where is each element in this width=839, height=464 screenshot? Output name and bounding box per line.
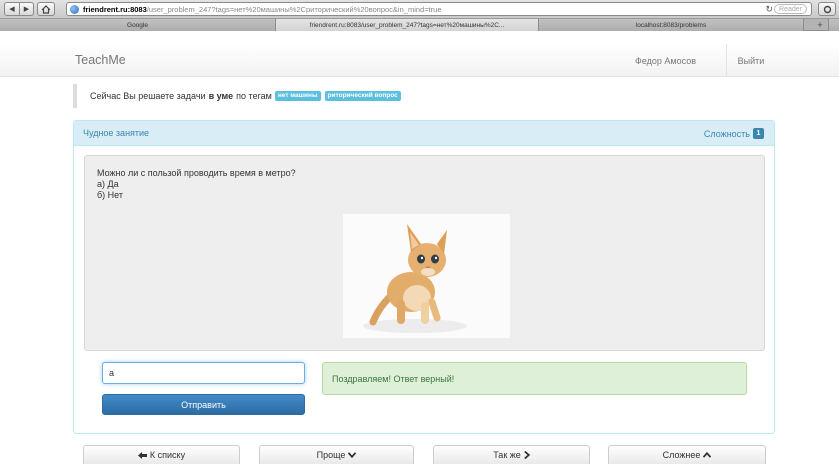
url-host: friendrent.ru:8083 (83, 4, 147, 14)
info-mode: в уме (208, 91, 234, 101)
back-arrow-icon[interactable]: ◀ (5, 3, 19, 15)
current-mode-info: Сейчас Вы решаете задачи в уме по тегам … (73, 84, 773, 108)
easier-button[interactable]: Проще (259, 445, 414, 464)
logout-link[interactable]: Выйти (726, 44, 775, 77)
info-tags-label: по тегам (236, 91, 272, 101)
settings-icon[interactable] (818, 2, 836, 16)
forward-arrow-icon[interactable]: ▶ (19, 3, 33, 15)
panel-heading: Чудное занятие Сложность 1 (74, 121, 774, 146)
submit-button[interactable]: Отправить (102, 394, 305, 415)
home-icon[interactable] (37, 2, 55, 16)
tag-badge[interactable]: риторический вопрос (324, 91, 401, 101)
difficulty-badge: 1 (753, 128, 764, 139)
tab-localhost[interactable]: localhost:8083/problems (539, 19, 804, 31)
chevron-right-icon (523, 451, 530, 459)
site-globe-icon (70, 4, 79, 14)
new-tab-icon[interactable]: + (813, 19, 827, 31)
problem-panel: Чудное занятие Сложность 1 Можно ли с по… (73, 120, 775, 434)
url-path: /user_problem_247?tags=нет%20машины%2Cри… (146, 4, 442, 14)
back-to-list-label: К списку (149, 450, 186, 460)
harder-button[interactable]: Сложнее (608, 445, 766, 464)
reader-button[interactable]: Reader (774, 4, 807, 14)
difficulty-indicator: Сложность 1 (704, 128, 764, 139)
tab-google[interactable]: Google (0, 19, 276, 31)
reload-icon[interactable]: ↻ (765, 4, 773, 15)
answer-option: б) Нет (97, 190, 123, 200)
answer-option: а) Да (97, 179, 119, 189)
brand-logo[interactable]: TeachMe (75, 53, 126, 67)
answer-input[interactable] (102, 362, 305, 384)
same-level-button[interactable]: Так же (433, 445, 590, 464)
problem-title: Чудное занятие (83, 128, 150, 138)
back-to-list-button[interactable]: К списку (83, 445, 240, 464)
user-name-link[interactable]: Федор Амосов (605, 44, 726, 77)
tab-current[interactable]: friendrent.ru:8083/user_problem_247?tags… (276, 19, 539, 31)
harder-label: Сложнее (662, 450, 701, 460)
tab-overflow[interactable] (828, 19, 839, 31)
difficulty-label: Сложность (703, 128, 750, 139)
easier-label: Проще (316, 450, 346, 460)
question-text: Можно ли с пользой проводить время в мет… (97, 168, 296, 178)
tag-badge[interactable]: нет машины (274, 91, 321, 101)
kitten-photo (343, 214, 510, 338)
browser-toolbar: ◀ ▶ friendrent.ru:8083/user_problem_247?… (0, 0, 839, 19)
site-navbar: TeachMe Федор Амосов Выйти (0, 44, 839, 77)
history-nav: ◀ ▶ (4, 2, 34, 16)
info-prefix: Сейчас Вы решаете задачи (90, 91, 206, 101)
arrow-left-icon (137, 451, 147, 459)
chevron-down-icon (348, 452, 357, 458)
chevron-up-icon (703, 452, 712, 458)
tab-bar: Google friendrent.ru:8083/user_problem_2… (0, 19, 839, 31)
question-well: Можно ли с пользой проводить время в мет… (84, 155, 765, 351)
result-alert: Поздравляем! Ответ верный! (322, 362, 747, 395)
share-icon[interactable] (58, 2, 65, 16)
url-bar[interactable]: friendrent.ru:8083/user_problem_247?tags… (66, 2, 812, 16)
same-level-label: Так же (493, 450, 521, 460)
